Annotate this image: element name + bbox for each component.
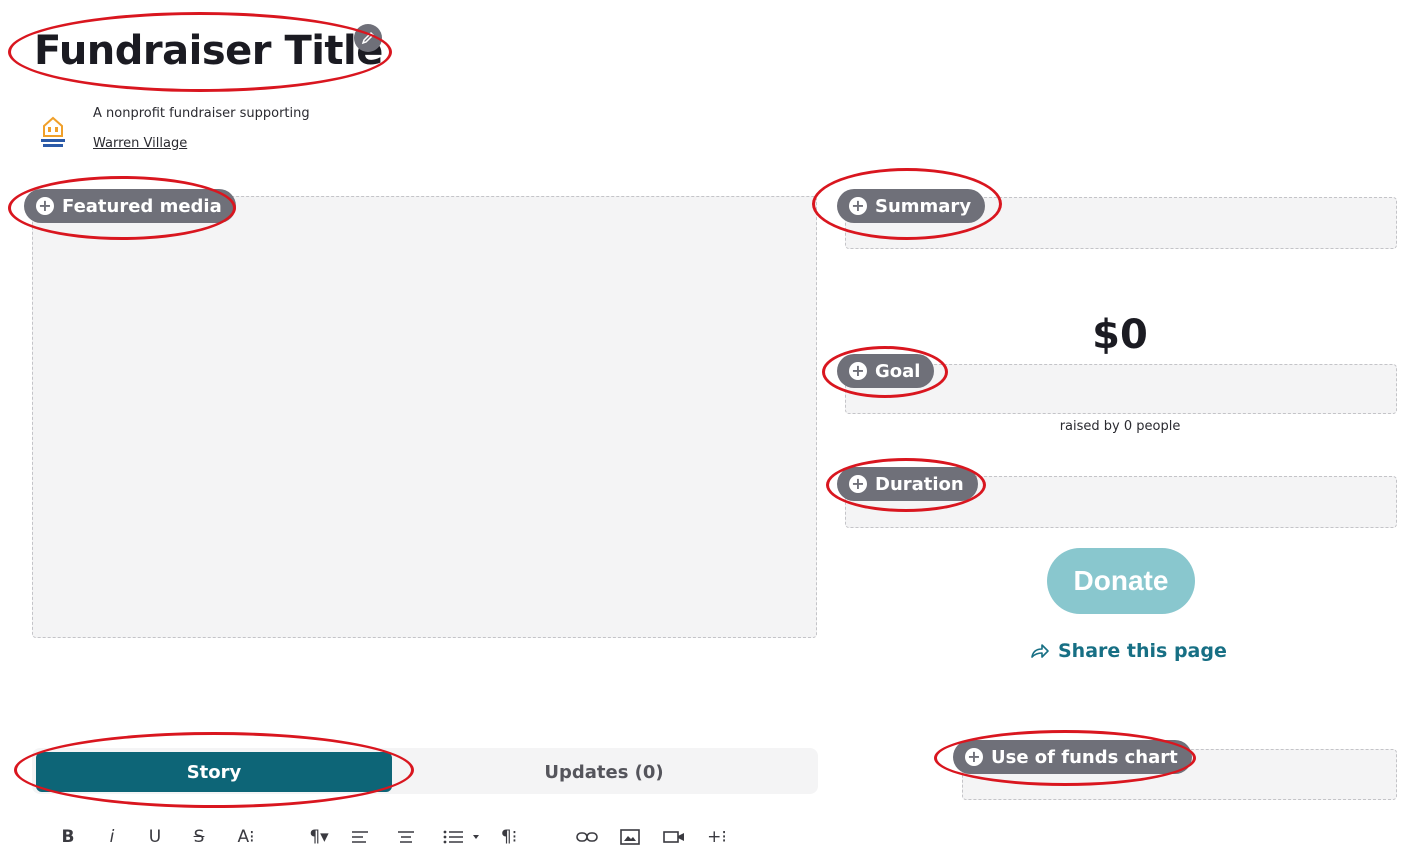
goal-amount: $0 xyxy=(1092,312,1148,358)
plus-icon: + xyxy=(849,197,867,215)
font-size-button[interactable]: A⁝ xyxy=(232,826,260,847)
featured-media-box[interactable] xyxy=(32,196,817,638)
tab-story[interactable]: Story xyxy=(36,752,392,792)
align-left-button[interactable] xyxy=(348,826,372,847)
share-label: Share this page xyxy=(1058,640,1227,662)
italic-button[interactable]: i xyxy=(102,826,122,847)
align-left-icon xyxy=(352,831,368,843)
use-of-funds-label: Use of funds chart xyxy=(991,746,1178,768)
pencil-icon xyxy=(361,31,375,45)
insert-more-button[interactable]: +⁝ xyxy=(704,826,730,847)
link-icon xyxy=(576,832,598,842)
page-title[interactable]: Fundraiser Title xyxy=(34,28,383,74)
plus-icon: + xyxy=(36,197,54,215)
list-button[interactable] xyxy=(440,826,486,847)
goal-label: Goal xyxy=(875,360,921,382)
raised-by-text: raised by 0 people xyxy=(1059,419,1181,434)
duration-label: Duration xyxy=(875,473,964,495)
edit-title-button[interactable] xyxy=(354,24,382,52)
video-button[interactable] xyxy=(662,826,686,847)
donate-button[interactable]: Donate xyxy=(1047,548,1195,614)
image-icon xyxy=(620,829,640,845)
share-icon xyxy=(1030,642,1050,660)
strikethrough-button[interactable]: S xyxy=(188,826,210,847)
align-center-icon xyxy=(398,831,414,843)
share-link[interactable]: Share this page xyxy=(1030,640,1227,662)
tab-updates[interactable]: Updates (0) xyxy=(392,752,816,792)
video-icon xyxy=(663,831,684,843)
plus-icon: + xyxy=(965,748,983,766)
bold-button[interactable]: B xyxy=(58,826,78,847)
bullet-list-icon xyxy=(443,830,479,844)
image-button[interactable] xyxy=(618,826,642,847)
summary-label: Summary xyxy=(875,195,972,217)
use-of-funds-button[interactable]: + Use of funds chart xyxy=(953,740,1192,774)
goal-button[interactable]: + Goal xyxy=(837,354,935,388)
featured-media-button[interactable]: + Featured media xyxy=(24,189,236,223)
featured-media-label: Featured media xyxy=(62,195,222,217)
org-link[interactable]: Warren Village xyxy=(93,136,187,151)
paragraph-style-button[interactable]: ¶▾ xyxy=(304,826,334,847)
org-prefix-text: A nonprofit fundraiser supporting xyxy=(93,106,310,121)
align-center-button[interactable] xyxy=(394,826,418,847)
link-button[interactable] xyxy=(574,826,600,847)
plus-icon: + xyxy=(849,362,867,380)
clear-format-button[interactable]: ¶⁝ xyxy=(496,826,522,847)
duration-button[interactable]: + Duration xyxy=(837,467,978,501)
underline-button[interactable]: U xyxy=(144,826,166,847)
summary-button[interactable]: + Summary xyxy=(837,189,986,223)
org-logo xyxy=(38,112,68,152)
plus-icon: + xyxy=(849,475,867,493)
